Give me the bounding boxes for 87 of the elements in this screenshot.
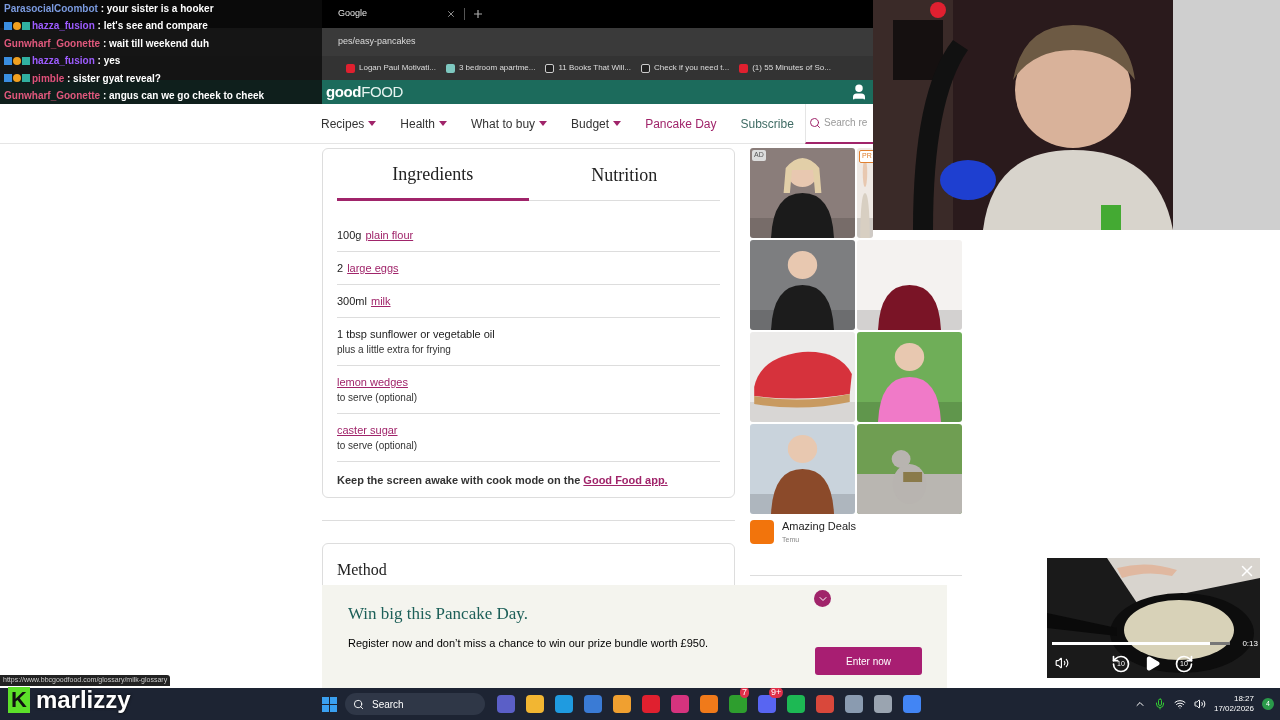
site-icon bbox=[545, 63, 555, 73]
chat-message: ParasocialCoombot : your sister is a hooker bbox=[4, 1, 214, 16]
app-icon[interactable] bbox=[526, 695, 544, 713]
ingredient-link[interactable]: milk bbox=[370, 293, 391, 309]
app-icon[interactable] bbox=[642, 695, 660, 713]
collapse-button[interactable] bbox=[814, 590, 831, 607]
site-icon bbox=[346, 63, 355, 73]
app-icon[interactable] bbox=[787, 695, 805, 713]
site-icon bbox=[445, 63, 455, 73]
chat-message: hazza_fusion : let's see and compare bbox=[32, 19, 208, 34]
browser-tab[interactable]: Google bbox=[338, 7, 438, 21]
ingredient-link[interactable]: lemon wedges bbox=[337, 374, 408, 390]
enter-now-button[interactable]: Enter now bbox=[815, 647, 922, 675]
caret-icon bbox=[613, 121, 622, 126]
site-icon bbox=[641, 63, 651, 73]
streamer-logo: K bbox=[8, 687, 30, 713]
bookmark[interactable]: (1) 55 Minutes of So... bbox=[739, 62, 831, 74]
search-field[interactable]: Search re bbox=[824, 115, 873, 130]
bookmark[interactable]: 11 Books That Will... bbox=[545, 62, 632, 74]
chat-message: Gunwharf_Goonette : wait till weekend duh bbox=[4, 36, 210, 51]
promo-title: Win big this Pancake Day. bbox=[348, 603, 529, 625]
app-icon[interactable] bbox=[555, 695, 573, 713]
ad-title[interactable]: Amazing Deals bbox=[782, 518, 856, 535]
nav-link[interactable]: What to buy bbox=[471, 114, 548, 133]
bookmark[interactable]: Check if you need t... bbox=[641, 62, 730, 74]
site-icon bbox=[739, 63, 749, 73]
badge-icons bbox=[4, 21, 30, 30]
promo-text: Register now and don’t miss a chance to win our prize bundle worth £950. bbox=[348, 635, 710, 651]
app-icon[interactable] bbox=[671, 695, 689, 713]
site-logo[interactable]: goodFOOD bbox=[326, 80, 403, 104]
volume-icon[interactable] bbox=[1055, 656, 1069, 670]
app-icon[interactable] bbox=[497, 695, 515, 713]
bookmark[interactable]: 3 bedroom apartme... bbox=[445, 62, 536, 74]
nav-link[interactable]: Pancake Day bbox=[645, 114, 717, 133]
streamer-name: marlizzy bbox=[35, 686, 131, 714]
volume-icon[interactable] bbox=[1193, 698, 1206, 710]
windows-start-icon[interactable] bbox=[322, 696, 337, 712]
ingredient-link[interactable]: large eggs bbox=[347, 260, 399, 276]
app-icon[interactable] bbox=[729, 695, 747, 713]
chat-message: Gunwharf_Goonette : angus can we go cheek to cheek bbox=[4, 89, 265, 104]
cook-mode-text: Keep the screen awake with cook mode on the Good Food app. bbox=[337, 474, 668, 486]
ingredient-amount: 100g bbox=[337, 228, 362, 243]
account-icon[interactable] bbox=[850, 83, 868, 101]
taskbar-search-field[interactable]: Search bbox=[345, 693, 485, 715]
app-link[interactable]: Good Food app. bbox=[583, 474, 668, 486]
caret-icon bbox=[368, 121, 377, 126]
ingredient-note: to serve (optional) bbox=[337, 439, 419, 453]
advertiser-logo-icon bbox=[750, 519, 774, 544]
nav-link[interactable]: Health bbox=[400, 114, 448, 133]
play-icon[interactable] bbox=[1144, 655, 1161, 672]
microphone-icon[interactable] bbox=[1153, 698, 1166, 710]
ingredient-note: plus a little extra for frying bbox=[337, 343, 452, 357]
ingredient-amount: 2 bbox=[337, 261, 344, 276]
method-title: Method bbox=[337, 560, 387, 578]
badge-icons bbox=[4, 74, 30, 83]
app-icon[interactable] bbox=[816, 695, 834, 713]
app-icon[interactable] bbox=[758, 695, 776, 713]
nav-link[interactable]: Recipes bbox=[321, 114, 377, 133]
clock[interactable]: 18:27 17/02/2026 bbox=[1213, 694, 1254, 714]
ingredient-link[interactable]: plain flour bbox=[365, 227, 414, 243]
caret-icon bbox=[539, 121, 548, 126]
ingredient-amount: 1 tbsp sunflower or vegetable oil bbox=[337, 327, 495, 342]
address-bar[interactable]: pes/easy-pancakes bbox=[330, 35, 424, 49]
app-icon[interactable] bbox=[613, 695, 631, 713]
nav-link[interactable]: Subscribe bbox=[740, 114, 794, 133]
video-time: 0:13 bbox=[1242, 638, 1258, 650]
recipe-tab[interactable]: Ingredients bbox=[337, 149, 529, 201]
caret-icon bbox=[439, 121, 448, 126]
network-icon[interactable] bbox=[1173, 698, 1186, 710]
app-icon[interactable] bbox=[584, 695, 602, 713]
search-icon bbox=[809, 116, 821, 129]
chat-message: hazza_fusion : yes bbox=[32, 54, 121, 69]
bookmark[interactable]: Logan Paul Motivati... bbox=[346, 62, 436, 74]
ingredient-link[interactable]: caster sugar bbox=[337, 422, 398, 438]
ingredient-amount: 300ml bbox=[337, 294, 367, 309]
nav-link[interactable]: Budget bbox=[571, 114, 622, 133]
app-icon[interactable] bbox=[700, 695, 718, 713]
search-icon bbox=[353, 698, 364, 710]
chat-message: pimble : sister gyat reveal? bbox=[32, 71, 161, 86]
app-icon[interactable] bbox=[845, 695, 863, 713]
app-icon[interactable] bbox=[903, 695, 921, 713]
new-tab-icon[interactable] bbox=[473, 9, 483, 19]
app-icon[interactable] bbox=[874, 695, 892, 713]
ingredient-note: to serve (optional) bbox=[337, 391, 419, 405]
badge-icons bbox=[4, 56, 30, 65]
close-icon[interactable] bbox=[446, 9, 456, 19]
recipe-tab[interactable]: Nutrition bbox=[528, 149, 720, 201]
